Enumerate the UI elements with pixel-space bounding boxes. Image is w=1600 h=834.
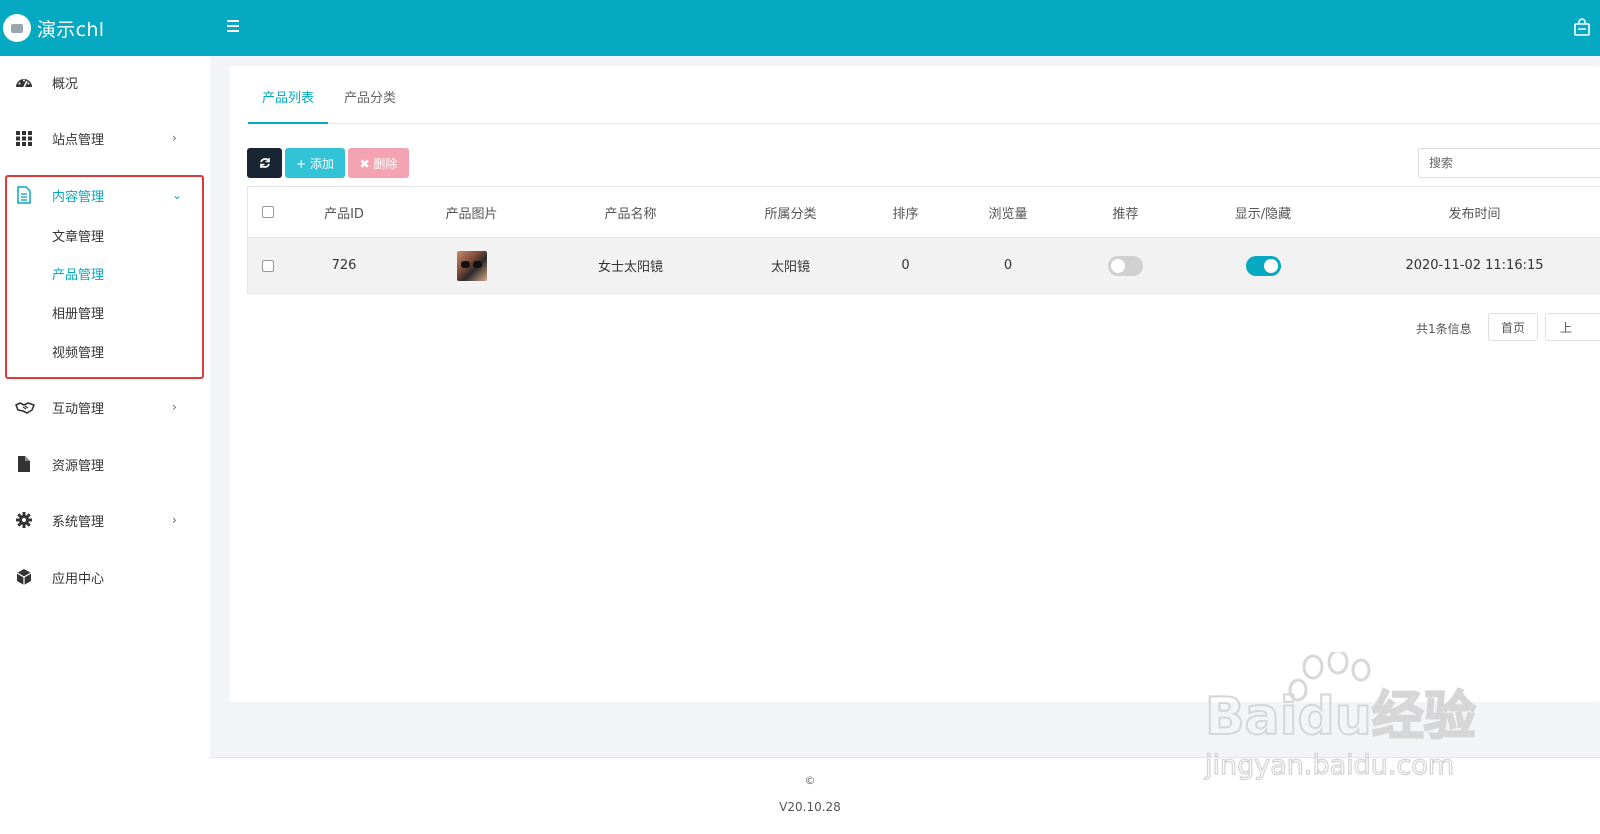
tab-product-category[interactable]: 产品分类 <box>330 84 410 124</box>
product-sort: 0 <box>901 258 910 273</box>
handshake-icon <box>15 402 35 414</box>
chevron-right-icon: › <box>172 513 177 527</box>
sidebar-item-label: 站点管理 <box>52 132 105 148</box>
top-bar: 演示chl <box>0 0 1600 56</box>
product-name: 女士太阳镜 <box>597 260 663 275</box>
sidebar-subitem-products[interactable]: 产品管理 <box>52 264 104 288</box>
version: V20.10.28 <box>779 800 841 814</box>
sidebar-item-site-management[interactable]: 站点管理 › <box>0 118 210 158</box>
sidebar-item-interaction-management[interactable]: 互动管理 › <box>0 387 210 427</box>
sidebar-item-content-management[interactable]: 内容管理 ⌄ <box>0 175 210 215</box>
delete-button[interactable]: ✖ 删除 <box>348 148 409 178</box>
document-icon <box>17 186 31 204</box>
sidebar-subitem-videos[interactable]: 视频管理 <box>52 342 104 366</box>
refresh-icon <box>259 158 270 168</box>
product-id: 726 <box>331 258 357 273</box>
search-input[interactable] <box>1418 148 1600 178</box>
chevron-right-icon: › <box>172 400 177 414</box>
pagination-total: 共1条信息 <box>1416 322 1472 336</box>
column-header[interactable]: 产品ID <box>288 187 400 237</box>
sidebar-item-label: 内容管理 <box>52 189 105 205</box>
sidebar-item-app-center[interactable]: 应用中心 <box>0 557 210 597</box>
file-icon <box>18 456 30 472</box>
select-all-cell <box>248 187 288 237</box>
content-card: 产品列表 产品分类 + 添加 ✖ 删除 产品ID 产品图片 产品名称 所属分类 … <box>230 66 1600 702</box>
recommend-toggle[interactable] <box>1108 255 1143 276</box>
chevron-down-icon: ⌄ <box>172 188 183 202</box>
column-header: 推荐 <box>1112 206 1139 222</box>
row-checkbox[interactable] <box>262 259 274 272</box>
table-row[interactable]: 726 女士太阳镜 太阳镜 0 0 2020-11-02 11:16:15 <box>247 238 1600 294</box>
sidebar-item-system-management[interactable]: 系统管理 › <box>0 500 210 540</box>
column-header[interactable]: 产品名称 <box>548 187 713 237</box>
add-button[interactable]: + 添加 <box>285 148 345 178</box>
sidebar-item-label: 互动管理 <box>52 401 105 417</box>
cube-icon <box>16 569 32 585</box>
table-header: 产品ID 产品图片 产品名称 所属分类 排序 浏览量 推荐 显示/隐藏 发布时间 <box>247 186 1600 238</box>
gear-icon <box>16 512 32 528</box>
sidebar-item-resource-management[interactable]: 资源管理 <box>0 444 210 484</box>
visibility-toggle[interactable] <box>1245 255 1281 276</box>
product-table: 产品ID 产品图片 产品名称 所属分类 排序 浏览量 推荐 显示/隐藏 发布时间… <box>247 186 1600 294</box>
footer: © V20.10.28 <box>210 757 1600 834</box>
product-thumbnail[interactable] <box>456 250 487 281</box>
column-header[interactable]: 所属分类 <box>713 187 868 237</box>
tab-bar: 产品列表 产品分类 <box>248 84 1600 124</box>
sidebar-item-label: 系统管理 <box>52 514 105 530</box>
product-image-cell <box>403 238 540 293</box>
dashboard-icon <box>16 79 32 88</box>
shop-icon[interactable] <box>1574 18 1590 36</box>
chevron-right-icon: › <box>172 131 177 145</box>
refresh-button[interactable] <box>247 148 282 178</box>
app-title: 演示chl <box>37 18 105 41</box>
copyright: © <box>804 774 816 787</box>
sidebar: 概况 站点管理 › 内容管理 ⌄ 文章管理 产品管理 相册管理 视频管理 互动管… <box>0 56 210 834</box>
app-logo[interactable]: 演示chl <box>0 0 210 56</box>
visibility-cell <box>1178 238 1348 293</box>
column-header[interactable]: 浏览量 <box>943 187 1073 237</box>
sidebar-subitem-articles[interactable]: 文章管理 <box>52 226 104 250</box>
product-views: 0 <box>1003 258 1013 273</box>
tab-product-list[interactable]: 产品列表 <box>248 84 328 124</box>
sidebar-item-label: 应用中心 <box>52 571 105 587</box>
select-all-checkbox[interactable] <box>262 206 274 218</box>
menu-toggle-icon[interactable] <box>227 20 239 32</box>
publish-time: 2020-11-02 11:16:15 <box>1405 258 1544 273</box>
sidebar-item-label: 概况 <box>52 76 79 92</box>
product-category: 太阳镜 <box>770 260 810 275</box>
sidebar-item-label: 资源管理 <box>52 458 105 474</box>
logo-icon <box>3 14 31 42</box>
column-header: 显示/隐藏 <box>1234 206 1292 222</box>
column-header: 产品图片 <box>445 206 498 222</box>
first-page-button[interactable]: 首页 <box>1488 313 1538 341</box>
prev-page-button[interactable]: 上 <box>1545 313 1600 341</box>
column-header[interactable]: 发布时间 <box>1348 187 1600 237</box>
row-select-cell <box>248 238 288 293</box>
grid-icon <box>16 131 32 146</box>
column-header[interactable]: 排序 <box>868 187 943 237</box>
sidebar-item-overview[interactable]: 概况 <box>0 62 210 102</box>
recommend-cell <box>1073 238 1178 293</box>
sidebar-subitem-albums[interactable]: 相册管理 <box>52 303 104 327</box>
